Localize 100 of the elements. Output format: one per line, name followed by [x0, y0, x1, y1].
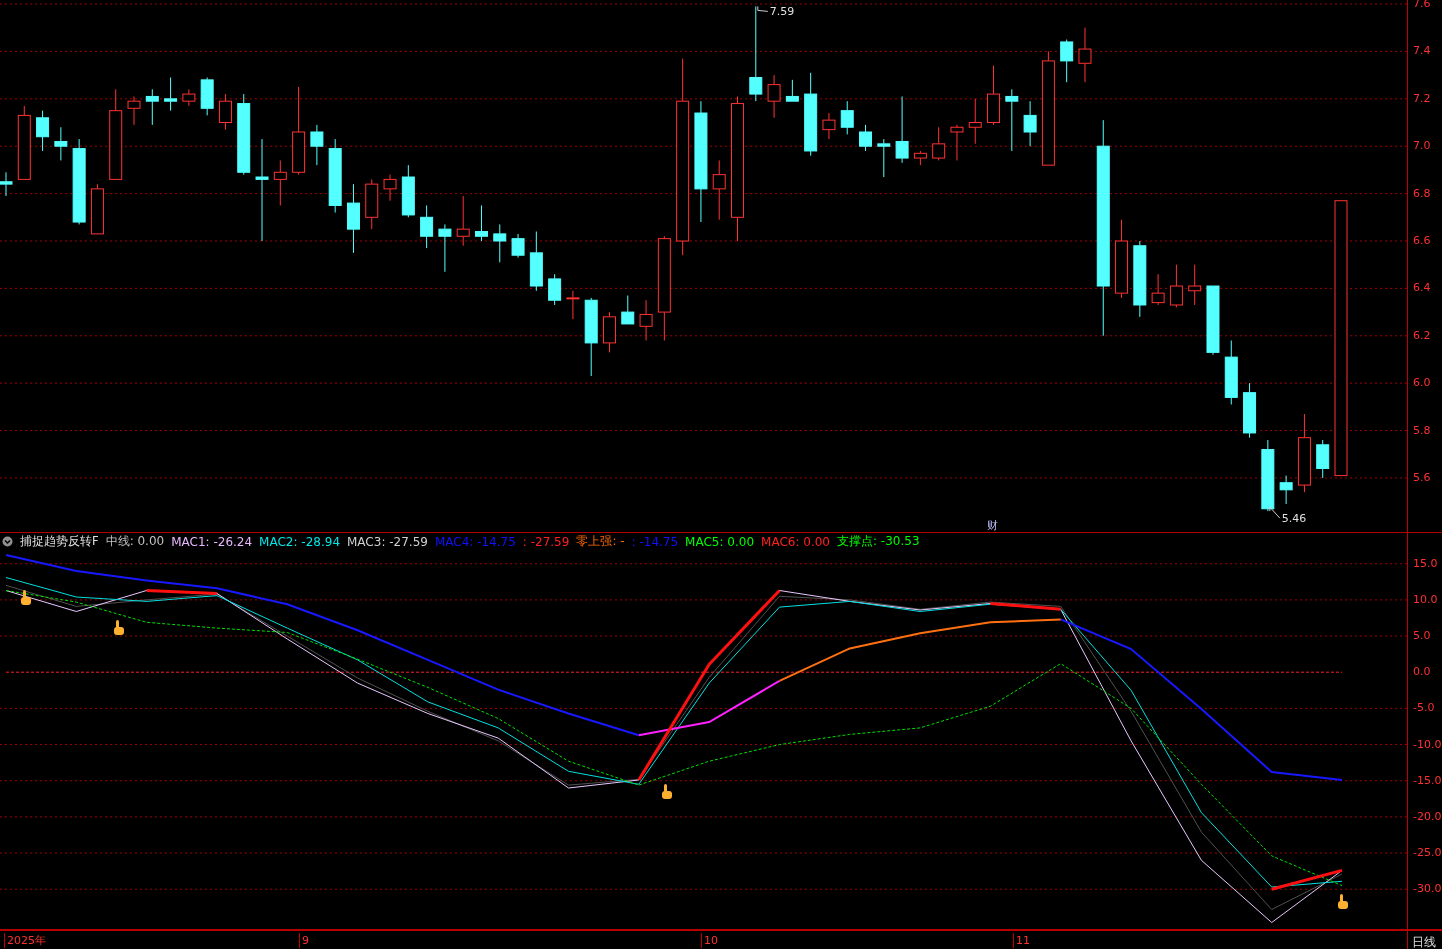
period-label: 日线 [1411, 935, 1436, 949]
finance-marker: 财 [987, 519, 998, 532]
candlestick [1243, 382, 1257, 439]
candlestick [987, 65, 1001, 126]
price-axis-label: 6.4 [1413, 282, 1431, 295]
candlestick [401, 164, 415, 218]
candlestick [182, 88, 196, 107]
indicator-value: 零上强: - [576, 533, 625, 550]
indicator-value: MAC3: -27.59 [347, 534, 428, 549]
candlestick [767, 74, 781, 119]
candlestick [950, 124, 964, 161]
date-axis-label: 11 [1013, 933, 1030, 948]
candlestick [895, 95, 909, 164]
candlestick [164, 77, 178, 112]
candlestick [1060, 39, 1074, 83]
date-axis-label: 9 [299, 933, 309, 948]
candlestick [1023, 100, 1037, 147]
candlestick [1169, 264, 1183, 308]
candlestick [840, 100, 854, 135]
indicator-axis-label: 10.0 [1413, 593, 1438, 606]
candlestick [1206, 285, 1220, 356]
hand-pointer-icon [114, 620, 124, 635]
candlestick [712, 159, 726, 221]
candlestick [1005, 88, 1019, 152]
candlestick [54, 126, 68, 161]
candlestick [529, 231, 543, 292]
candlestick [566, 290, 580, 320]
indicator-value: MAC2: -28.94 [259, 534, 340, 549]
candlestick [273, 159, 287, 206]
candlestick [1151, 273, 1165, 306]
candlestick [493, 223, 507, 263]
candlestick [1279, 475, 1293, 505]
indicator-axis-label: -5.0 [1413, 702, 1435, 715]
candlestick [548, 273, 562, 306]
candlestick [785, 79, 799, 102]
price-axis-label: 6.0 [1413, 377, 1431, 390]
indicator-axis-label: -15.0 [1413, 774, 1442, 787]
hand-pointer-icon [1338, 894, 1348, 909]
candlestick [859, 124, 872, 152]
price-annotation: 7.59 [769, 5, 795, 19]
indicator-value: MAC6: 0.00 [761, 534, 830, 549]
indicator-axis-label: -20.0 [1413, 810, 1442, 823]
candlestick [621, 295, 635, 325]
candlestick [1188, 264, 1202, 306]
price-axis-label: 7.4 [1413, 45, 1431, 58]
collapse-icon[interactable] [2, 536, 13, 547]
indicator-name: 捕捉趋势反转F [20, 534, 99, 549]
candlestick [877, 138, 891, 178]
candlestick [511, 233, 525, 259]
candlestick [127, 95, 141, 126]
leader-line [757, 5, 769, 12]
indicator-value: MAC1: -26.24 [171, 534, 253, 549]
indicator-value: MAC5: 0.00 [685, 534, 755, 549]
candlestick [145, 88, 159, 126]
price-axis-label: 7.2 [1413, 92, 1431, 105]
price-annotation: 5.46 [1281, 512, 1307, 526]
candlestick [310, 124, 324, 166]
price-axis-label: 5.6 [1413, 471, 1431, 484]
candlestick [456, 195, 470, 247]
candlestick [420, 204, 434, 249]
candlestick [383, 174, 397, 202]
candlestick [365, 178, 379, 230]
candlestick [822, 112, 836, 140]
price-axis-label: 7.0 [1413, 140, 1431, 153]
candlestick [913, 150, 927, 166]
candlestick [603, 311, 616, 353]
indicator-axis-label: -10.0 [1413, 738, 1442, 751]
candlestick [346, 183, 360, 254]
indicator-axis-label: 0.0 [1413, 666, 1431, 679]
candlestick [200, 77, 214, 116]
hand-pointer-icon [662, 784, 672, 799]
indicator-axis-label: 5.0 [1413, 630, 1431, 643]
indicator-value: 支撑点: -30.53 [837, 533, 920, 550]
indicator-value: 中线: 0.00 [105, 533, 165, 550]
indicator-value: : -14.75 [631, 534, 679, 549]
candlestick [932, 126, 946, 161]
candlestick [90, 183, 104, 235]
date-axis-label: 10 [701, 933, 718, 948]
hand-pointer-icon [21, 590, 31, 605]
indicator-axis-label: -30.0 [1413, 883, 1442, 896]
price-axis-label: 5.8 [1413, 424, 1431, 437]
leader-line [1269, 506, 1281, 519]
candlestick [1224, 340, 1238, 405]
indicator-value: : -27.59 [522, 534, 570, 549]
price-axis-label: 6.6 [1413, 235, 1431, 247]
candlestick [639, 299, 653, 342]
indicator-axis-label: 15.0 [1413, 557, 1438, 570]
candlestick [218, 93, 232, 131]
candlestick [36, 110, 50, 152]
candlestick [475, 204, 488, 242]
candlestick [968, 98, 982, 145]
candlestick [1078, 27, 1092, 83]
indicator-value: MAC4: -14.75 [434, 534, 516, 549]
indicator-axis-label: -25.0 [1413, 847, 1442, 860]
date-axis-label: 2025年 [4, 933, 46, 948]
price-axis-label: 6.2 [1413, 329, 1431, 342]
price-axis-label: 6.8 [1413, 187, 1431, 200]
candlestick [1316, 439, 1330, 479]
candlestick [0, 171, 13, 197]
candlestick [438, 223, 452, 273]
